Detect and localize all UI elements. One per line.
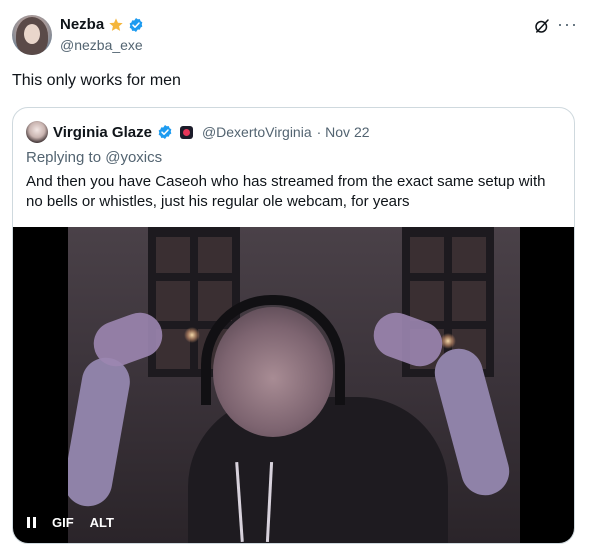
author-name-row: Nezba xyxy=(60,16,144,33)
left-arm xyxy=(68,353,134,511)
candle-light xyxy=(184,327,200,343)
quote-author-avatar[interactable] xyxy=(26,121,48,143)
grok-icon[interactable] xyxy=(533,17,551,35)
pause-icon[interactable] xyxy=(27,517,36,528)
quoted-tweet[interactable]: Virginia Glaze @DexertoVirginia · Nov 22… xyxy=(12,107,575,544)
verified-badge-icon xyxy=(158,125,172,139)
quote-text: And then you have Caseoh who has streame… xyxy=(26,173,546,210)
gif-label: GIF xyxy=(52,515,74,530)
author-handle[interactable]: @nezba_exe xyxy=(60,37,143,53)
avatar-face xyxy=(24,24,40,44)
organization-badge-icon xyxy=(179,125,193,139)
more-options-icon[interactable]: ··· xyxy=(557,14,578,35)
quote-author-handle[interactable]: @DexertoVirginia xyxy=(202,124,312,140)
replying-to: Replying to @yoxics xyxy=(26,149,163,166)
author-name[interactable]: Nezba xyxy=(60,16,104,33)
gif-controls: GIF ALT xyxy=(27,515,114,530)
gif-media[interactable]: GIF ALT xyxy=(13,227,574,543)
tweet-text: This only works for men xyxy=(12,72,181,89)
alt-button[interactable]: ALT xyxy=(90,515,114,530)
verified-badge-icon xyxy=(129,17,143,32)
quote-header: Virginia Glaze @DexertoVirginia · Nov 22 xyxy=(26,121,370,143)
star-badge-icon xyxy=(109,17,123,31)
quote-author-name[interactable]: Virginia Glaze xyxy=(53,124,152,141)
quote-date[interactable]: · Nov 22 xyxy=(317,124,370,140)
author-avatar[interactable] xyxy=(12,15,52,55)
gif-frame-image xyxy=(68,227,520,543)
person-hoodie xyxy=(188,397,448,543)
